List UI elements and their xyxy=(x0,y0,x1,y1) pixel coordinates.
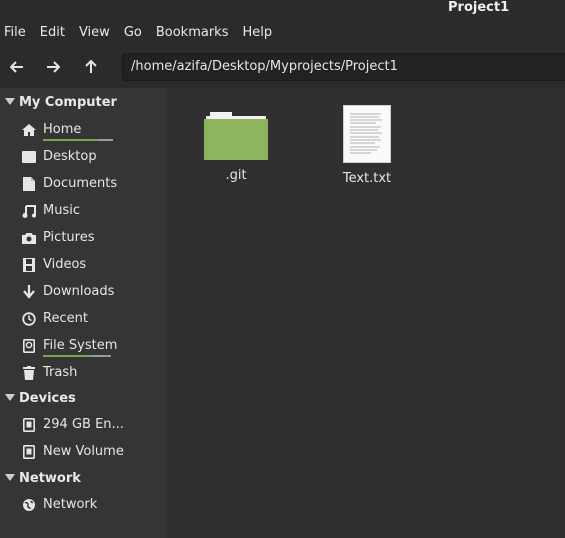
file-view[interactable]: .git Text.txt xyxy=(166,88,565,538)
sidebar-item-trash[interactable]: Trash xyxy=(0,359,166,386)
menu-edit[interactable]: Edit xyxy=(36,25,65,40)
sidebar-item-recent[interactable]: Recent xyxy=(0,305,166,332)
sidebar-item-desktop[interactable]: Desktop xyxy=(0,143,166,170)
sidebar-item-device-294gb[interactable]: 294 GB En... xyxy=(0,411,166,438)
section-my-computer[interactable]: My Computer xyxy=(0,91,166,113)
sidebar-item-label: Trash xyxy=(43,365,78,380)
home-usage-bar xyxy=(43,139,113,141)
file-name: .git xyxy=(225,168,247,183)
forward-button[interactable] xyxy=(40,54,66,80)
menu-bookmarks[interactable]: Bookmarks xyxy=(152,25,229,40)
folder-icon xyxy=(204,112,268,160)
file-item-text[interactable]: Text.txt xyxy=(332,105,402,186)
menu-view[interactable]: View xyxy=(75,25,110,40)
film-icon xyxy=(21,257,37,273)
music-icon xyxy=(21,203,37,219)
trash-icon xyxy=(21,365,37,381)
sidebar-item-label: Network xyxy=(43,497,98,512)
sidebar-item-label: Music xyxy=(43,203,80,218)
sidebar-item-label: File System xyxy=(43,338,118,353)
text-file-icon xyxy=(343,105,391,163)
sidebar-item-downloads[interactable]: Downloads xyxy=(0,278,166,305)
sidebar-item-label: Downloads xyxy=(43,284,115,299)
section-label: Network xyxy=(19,470,81,486)
sidebar-item-home[interactable]: Home xyxy=(0,116,166,143)
chevron-down-icon xyxy=(5,474,15,481)
disk-icon xyxy=(21,417,37,433)
network-icon xyxy=(21,497,37,513)
sidebar-item-network[interactable]: Network xyxy=(0,491,166,518)
sidebar-item-file-system[interactable]: File System xyxy=(0,332,166,359)
back-button[interactable] xyxy=(4,54,30,80)
section-label: My Computer xyxy=(19,94,117,110)
sidebar-item-new-volume[interactable]: New Volume xyxy=(0,438,166,465)
location-bar[interactable]: /home/azifa/Desktop/Myprojects/Project1 xyxy=(122,53,565,81)
download-icon xyxy=(21,284,37,300)
title-bar: Project1 xyxy=(0,0,565,18)
home-icon xyxy=(21,122,37,138)
window-title: Project1 xyxy=(448,0,510,15)
sidebar-item-videos[interactable]: Videos xyxy=(0,251,166,278)
section-label: Devices xyxy=(19,390,76,406)
file-name: Text.txt xyxy=(342,171,392,186)
chevron-down-icon xyxy=(5,394,15,401)
menu-file[interactable]: File xyxy=(0,25,26,40)
up-arrow-icon xyxy=(85,60,97,73)
sidebar-item-label: 294 GB En... xyxy=(43,417,124,432)
desktop-icon xyxy=(21,149,37,165)
drive-icon xyxy=(21,338,37,354)
sidebar-item-label: Home xyxy=(43,122,82,137)
sidebar-item-label: Documents xyxy=(43,176,118,191)
sidebar-item-label: Pictures xyxy=(43,230,95,245)
chevron-down-icon xyxy=(5,98,15,105)
menu-go[interactable]: Go xyxy=(120,25,142,40)
section-network[interactable]: Network xyxy=(0,467,166,489)
file-system-usage-bar xyxy=(43,355,111,357)
forward-arrow-icon xyxy=(47,61,60,73)
menu-help[interactable]: Help xyxy=(238,25,272,40)
camera-icon xyxy=(21,230,37,246)
sidebar-item-label: Recent xyxy=(43,311,88,326)
menu-bar: File Edit View Go Bookmarks Help xyxy=(0,18,565,46)
sidebar-item-documents[interactable]: Documents xyxy=(0,170,166,197)
file-item-folder[interactable]: .git xyxy=(202,108,270,183)
disk-icon xyxy=(21,444,37,460)
sidebar-item-pictures[interactable]: Pictures xyxy=(0,224,166,251)
back-arrow-icon xyxy=(10,61,23,73)
sidebar-item-label: Desktop xyxy=(43,149,97,164)
clock-icon xyxy=(21,311,37,327)
section-devices[interactable]: Devices xyxy=(0,387,166,409)
sidebar-item-music[interactable]: Music xyxy=(0,197,166,224)
up-button[interactable] xyxy=(78,54,104,80)
sidebar-item-label: Videos xyxy=(43,257,87,272)
documents-icon xyxy=(21,176,37,192)
sidebar-item-label: New Volume xyxy=(43,444,124,459)
sidebar: My Computer Home Desktop Documents Music xyxy=(0,88,166,538)
